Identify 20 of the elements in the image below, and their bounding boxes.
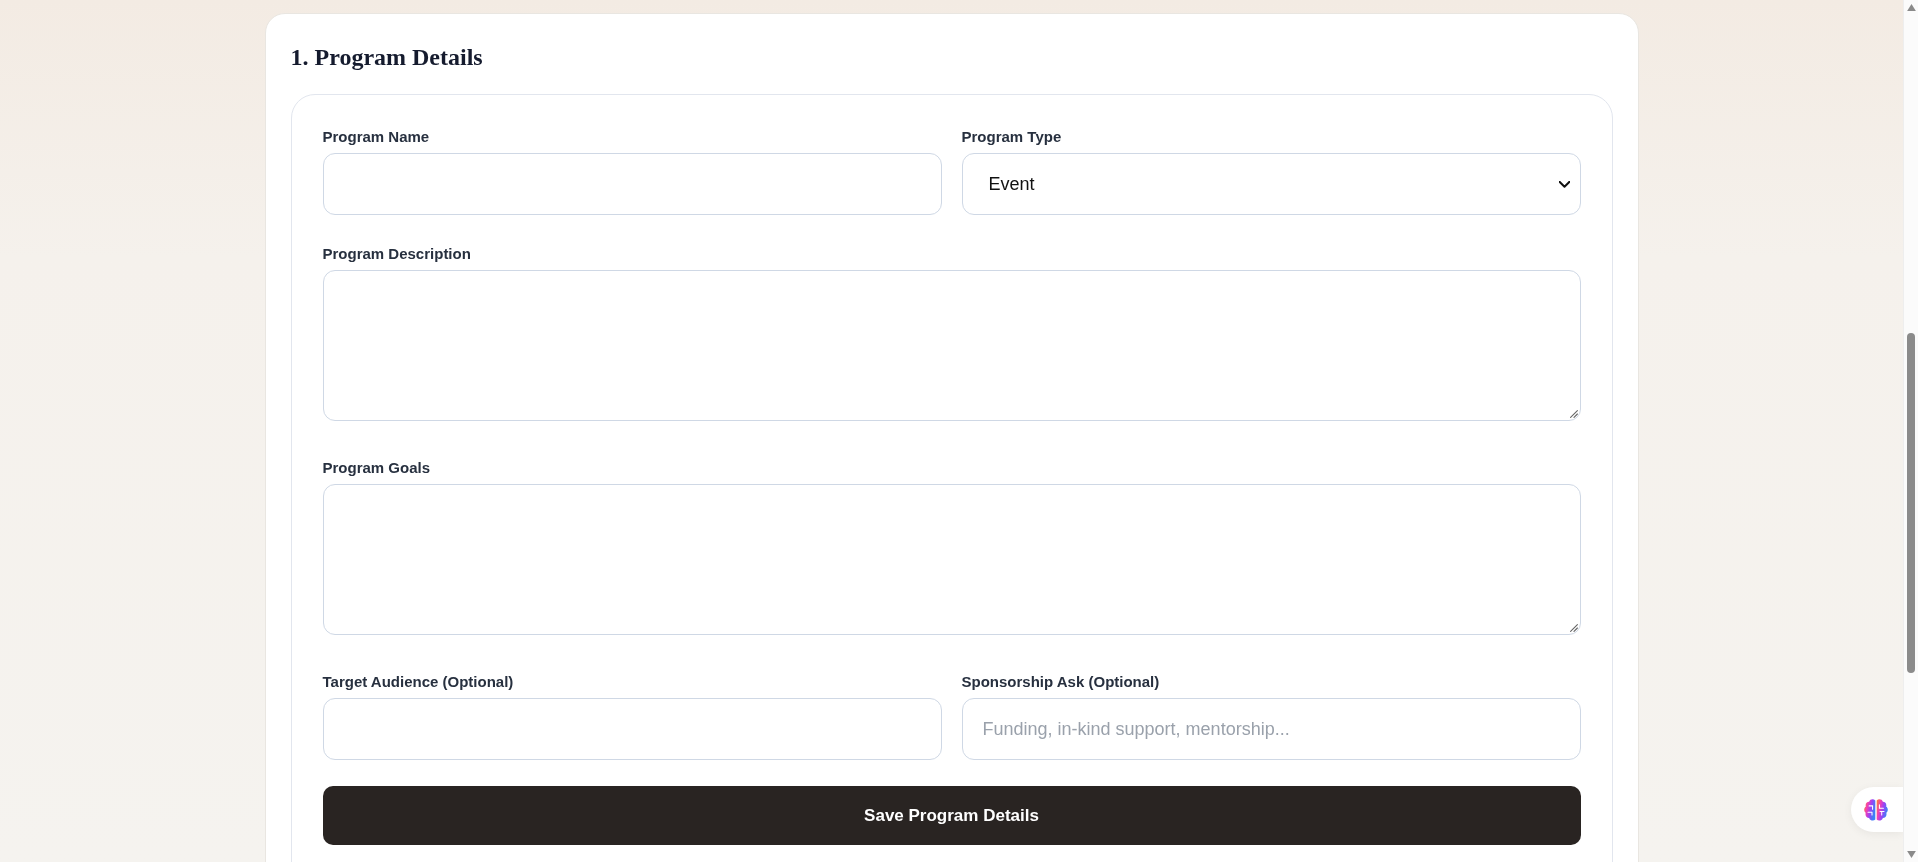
resize-handle-icon[interactable] xyxy=(1569,624,1578,632)
assistant-button[interactable] xyxy=(1851,787,1903,832)
field-label: Target Audience (Optional) xyxy=(322,672,515,692)
save-button[interactable]: Save Program Details xyxy=(322,786,1581,845)
scrollbar-thumb[interactable] xyxy=(1907,333,1915,673)
resize-handle-icon[interactable] xyxy=(1569,410,1578,418)
brain-icon xyxy=(1864,798,1888,821)
scroll-down-arrow-icon[interactable] xyxy=(1906,851,1916,858)
field-label: Program Description xyxy=(322,244,472,264)
text-field[interactable] xyxy=(322,153,942,215)
field-label: Program Type xyxy=(961,127,1063,147)
dropdown-field[interactable]: Event xyxy=(961,153,1581,215)
field-label: Program Name xyxy=(322,127,431,147)
text-field[interactable]: Funding, in-kind support, mentorship... xyxy=(961,698,1581,760)
text-field[interactable] xyxy=(322,698,942,760)
section-title: 1. Program Details xyxy=(290,43,484,72)
scroll-up-arrow-icon[interactable] xyxy=(1906,4,1916,11)
field-label: Program Goals xyxy=(322,458,432,478)
chevron-down-icon xyxy=(1558,180,1570,188)
field-label: Sponsorship Ask (Optional) xyxy=(961,672,1161,692)
